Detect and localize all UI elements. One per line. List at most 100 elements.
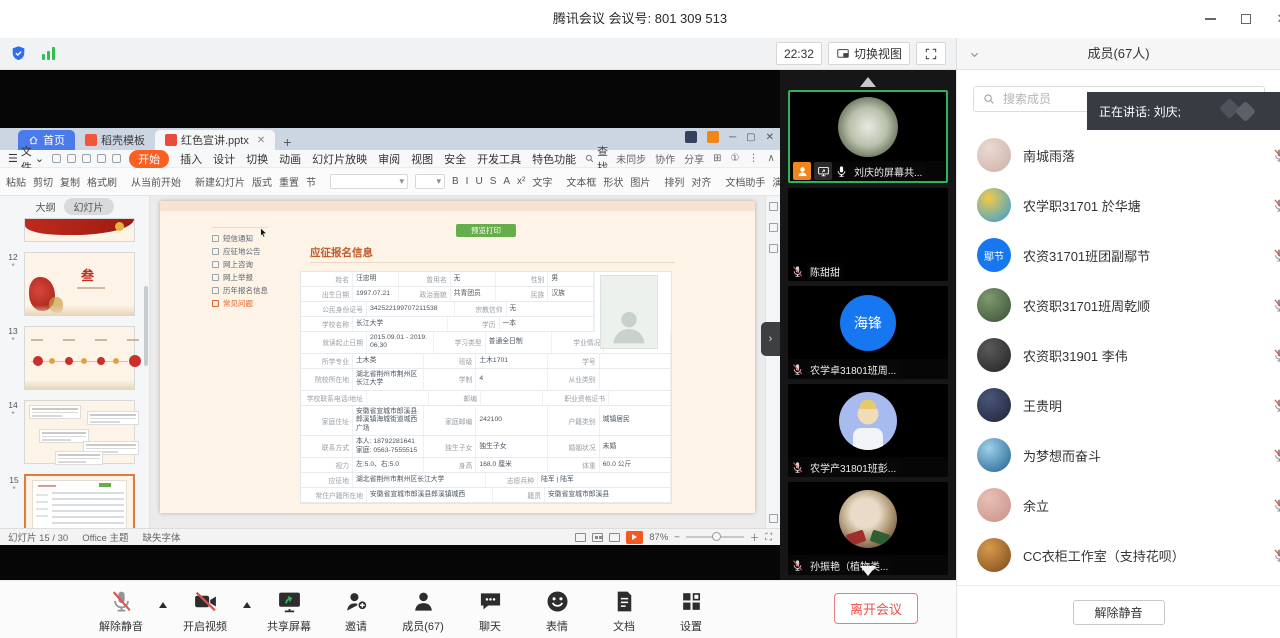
wps-action-2[interactable]: 协作 xyxy=(655,151,675,166)
rail-split-icon[interactable] xyxy=(769,514,778,523)
mic-muted-icon[interactable] xyxy=(1272,398,1280,413)
toolbar-start-video-button[interactable]: 开启视频 xyxy=(176,589,234,634)
scroll-down-arrow[interactable] xyxy=(860,566,876,576)
wps-menu-4[interactable]: 切换 xyxy=(246,151,268,167)
font-size-select[interactable]: ▾ xyxy=(415,174,445,189)
ribbon-button[interactable]: 版式 xyxy=(252,174,272,189)
minimize-button[interactable] xyxy=(1203,12,1217,26)
rail-design-icon[interactable] xyxy=(769,223,778,232)
ribbon-button[interactable]: 节 xyxy=(306,174,316,189)
wps-action-3[interactable]: 分享 xyxy=(684,151,704,166)
wps-close-icon[interactable]: ✕ xyxy=(766,132,774,143)
wps-menu-7[interactable]: 审阅 xyxy=(378,151,400,167)
ribbon-button[interactable]: 对齐 xyxy=(691,174,711,189)
wps-collapse-ribbon-icon[interactable]: ∧ xyxy=(767,153,774,164)
wps-menu-8[interactable]: 视图 xyxy=(411,151,433,167)
mic-muted-icon[interactable] xyxy=(1272,548,1280,563)
wps-menu-6[interactable]: 幻灯片放映 xyxy=(312,151,367,167)
wps-menu-5[interactable]: 动画 xyxy=(279,151,301,167)
maximize-button[interactable] xyxy=(1239,12,1253,26)
mic-muted-icon[interactable] xyxy=(1272,198,1280,213)
thumbnail-scrollbar[interactable] xyxy=(144,286,148,366)
toolbar-invite-button[interactable]: 邀请 xyxy=(327,589,385,634)
ribbon-button[interactable]: 粘贴 xyxy=(6,174,26,189)
fullscreen-button[interactable] xyxy=(916,42,946,65)
ribbon-button[interactable]: 形状 xyxy=(603,174,623,189)
slide-thumbnail[interactable]: 15* xyxy=(24,474,135,528)
wps-action-1[interactable]: 未同步 xyxy=(616,151,646,166)
ribbon-button[interactable]: 新建幻灯片 xyxy=(195,174,245,189)
leave-meeting-button[interactable]: 离开会议 xyxy=(834,593,918,624)
rail-animation-icon[interactable] xyxy=(769,202,778,211)
slide-thumbnail[interactable]: 14* xyxy=(24,400,135,464)
wps-menu-10[interactable]: 开发工具 xyxy=(477,151,521,167)
toolbar-emoji-button[interactable]: 表情 xyxy=(528,589,586,634)
ribbon-button[interactable]: B xyxy=(452,176,459,187)
toolbar-share-screen-button[interactable]: 共享屏幕 xyxy=(260,589,318,634)
slide-thumbnail[interactable]: 叁12* xyxy=(24,252,135,316)
mic-muted-icon[interactable] xyxy=(1272,498,1280,513)
toolbar-settings-button[interactable]: 设置 xyxy=(662,589,720,634)
ribbon-button[interactable]: 重置 xyxy=(279,174,299,189)
wps-menu-3[interactable]: 设计 xyxy=(213,151,235,167)
undo-icon[interactable] xyxy=(82,154,91,163)
collapse-strip-handle[interactable]: › xyxy=(761,322,780,356)
slideshow-play-button[interactable] xyxy=(626,531,643,544)
wps-member-icon[interactable] xyxy=(707,131,719,143)
network-signal-icon[interactable] xyxy=(42,47,55,60)
video-tile[interactable]: 海锋农学卓31801班周... xyxy=(788,286,948,379)
ribbon-button[interactable]: U xyxy=(475,176,482,187)
wps-more-icon[interactable]: ⋮ xyxy=(748,153,758,164)
member-row[interactable]: 南城雨落 xyxy=(957,130,1280,180)
ribbon-button[interactable]: 剪切 xyxy=(33,174,53,189)
missing-font-warning[interactable]: 缺失字体 xyxy=(142,530,180,544)
scroll-up-arrow[interactable] xyxy=(860,77,876,87)
print-icon[interactable] xyxy=(67,154,76,163)
ribbon-button[interactable]: S xyxy=(490,176,497,187)
ribbon-button[interactable]: 文字 xyxy=(532,174,552,189)
member-row[interactable]: 农资职31701班周乾顺 xyxy=(957,280,1280,330)
ribbon-button[interactable]: 演示工具 xyxy=(772,174,780,189)
member-row[interactable]: 为梦想而奋斗 xyxy=(957,430,1280,480)
rail-properties-icon[interactable] xyxy=(769,244,778,253)
member-row[interactable]: 鄢节农资31701班团副鄢节 xyxy=(957,230,1280,280)
ribbon-button[interactable]: 图片 xyxy=(630,174,650,189)
expand-caret-icon[interactable] xyxy=(243,598,251,608)
theme-name[interactable]: Office 主题 xyxy=(82,530,128,544)
member-row[interactable]: 农资职31901 李伟 xyxy=(957,330,1280,380)
mic-muted-icon[interactable] xyxy=(1272,248,1280,263)
save-icon[interactable] xyxy=(52,154,61,163)
outline-tab[interactable]: 大纲 xyxy=(36,199,56,214)
normal-view-icon[interactable] xyxy=(575,533,586,542)
member-row[interactable]: 王贵明 xyxy=(957,380,1280,430)
wps-restore-icon[interactable]: ▢ xyxy=(746,132,755,143)
slide-thumbnail[interactable] xyxy=(24,218,135,242)
fit-slide-icon[interactable]: ⛶ xyxy=(765,532,772,543)
slides-tab[interactable]: 幻灯片 xyxy=(64,198,114,215)
reading-view-icon[interactable] xyxy=(609,533,620,542)
ribbon-button[interactable]: 格式刷 xyxy=(87,174,117,189)
ribbon-button[interactable]: 复制 xyxy=(60,174,80,189)
switch-view-button[interactable]: 切换视图 xyxy=(828,42,910,65)
member-row[interactable]: 农学职31701 於华塘 xyxy=(957,180,1280,230)
wps-tab-document[interactable]: 红色宣讲.pptx✕ xyxy=(155,130,275,150)
toolbar-chat-button[interactable]: 聊天 xyxy=(461,589,519,634)
video-tile[interactable]: 农学产31801班彭... xyxy=(788,384,948,477)
unmute-button[interactable]: 解除静音 xyxy=(1073,600,1165,625)
ribbon-button[interactable]: 文本框 xyxy=(566,174,596,189)
zoom-in-button[interactable]: ＋ xyxy=(750,530,760,544)
slide-thumbnail[interactable]: 13* xyxy=(24,326,135,390)
video-tile[interactable]: 孙振艳（植物类... xyxy=(788,482,948,575)
expand-caret-icon[interactable] xyxy=(159,598,167,608)
wps-help-icon[interactable]: ① xyxy=(730,153,739,164)
member-row[interactable]: CC衣柜工作室（支持花呗） xyxy=(957,530,1280,580)
mic-muted-icon[interactable] xyxy=(1272,348,1280,363)
wps-layout-icon[interactable]: ⊞ xyxy=(713,153,721,164)
toolbar-unmute-button[interactable]: 解除静音 xyxy=(92,589,150,634)
wps-minimize-icon[interactable]: ─ xyxy=(729,132,736,143)
ribbon-button[interactable]: 排列 xyxy=(664,174,684,189)
meeting-security-shield-icon[interactable] xyxy=(10,45,27,62)
close-button[interactable]: ✕ xyxy=(1275,12,1280,26)
toolbar-docs-button[interactable]: 文档 xyxy=(595,589,653,634)
more-icon[interactable] xyxy=(112,154,121,163)
